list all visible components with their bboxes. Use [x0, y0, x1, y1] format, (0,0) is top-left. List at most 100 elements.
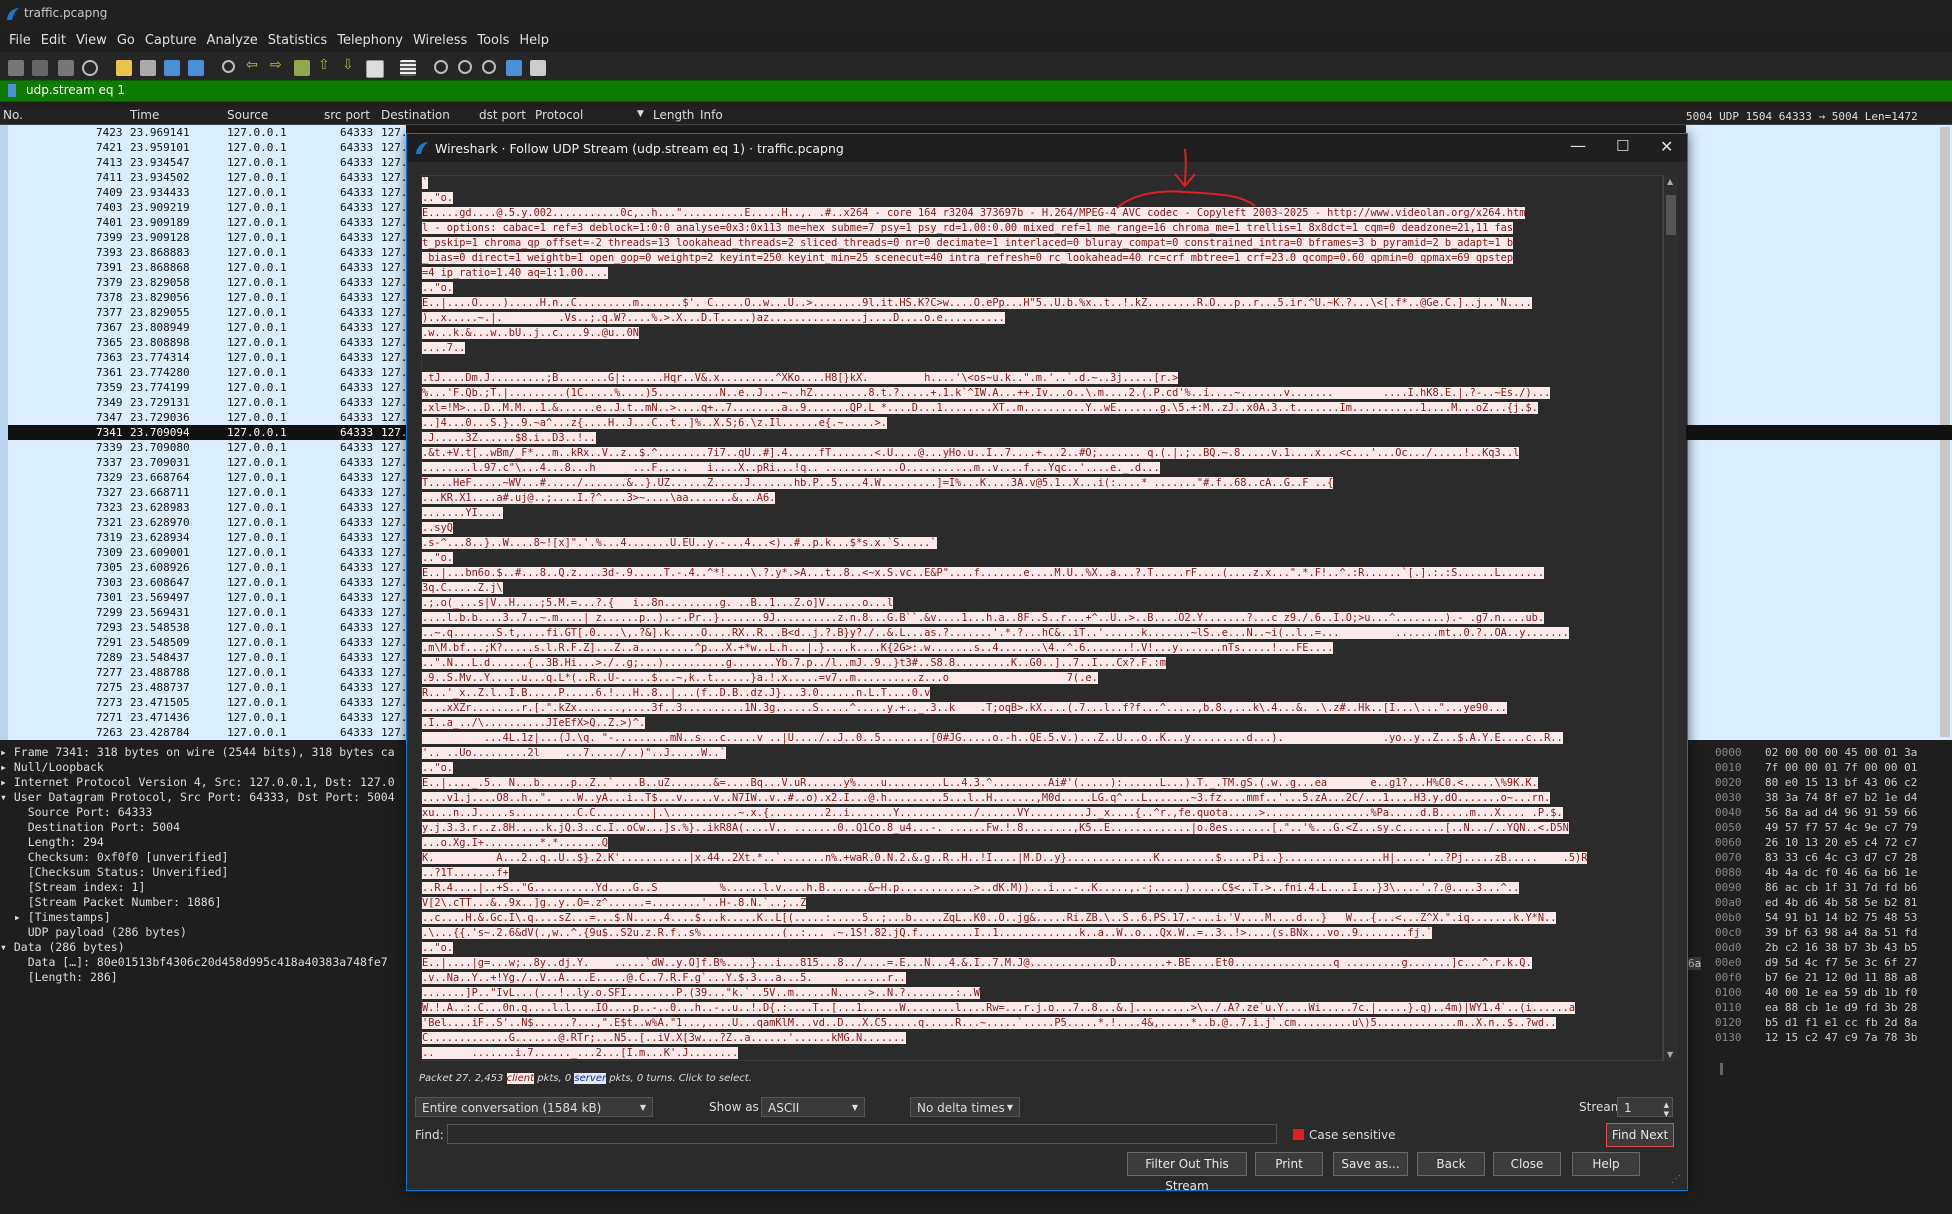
packet-row[interactable]: 7321 23.628970 127.0.0.1 64333 127.	[0, 515, 406, 530]
hex-row[interactable]: 0070 83 33 c6 4c c3 d7 c7 28	[1715, 850, 1952, 865]
menu-edit[interactable]: Edit	[36, 30, 71, 51]
conversation-select[interactable]: Entire conversation (1584 kB) ▼	[415, 1097, 653, 1117]
col-dst-port[interactable]: dst port	[479, 108, 526, 122]
go-first-icon[interactable]: ⇧	[318, 57, 334, 73]
menu-go[interactable]: Go	[112, 30, 140, 51]
hex-row[interactable]: 00f0 b7 6e 21 12 0d 11 88 a8	[1715, 970, 1952, 985]
go-to-packet-icon[interactable]	[294, 60, 310, 76]
packet-row[interactable]: 7361 23.774280 127.0.0.1 64333 127.	[0, 365, 406, 380]
colorize-icon[interactable]	[400, 60, 416, 76]
hex-row[interactable]: 0010 7f 00 00 01 7f 00 00 01	[1715, 760, 1952, 775]
reload-file-icon[interactable]	[188, 60, 204, 76]
bookmark-icon[interactable]	[8, 84, 16, 97]
packet-row[interactable]: 7349 23.729131 127.0.0.1 64333 127.	[0, 395, 406, 410]
col-src-port[interactable]: src port	[324, 108, 370, 122]
detail-line[interactable]: ▸ Internet Protocol Version 4, Src: 127.…	[0, 775, 406, 790]
packet-row[interactable]: 7309 23.609001 127.0.0.1 64333 127.	[0, 545, 406, 560]
packet-details-pane[interactable]: ▸ Frame 7341: 318 bytes on wire (2544 bi…	[0, 745, 406, 1214]
display-filter-bar[interactable]: udp.stream eq 1	[0, 80, 1952, 102]
packet-row[interactable]: 7367 23.808949 127.0.0.1 64333 127.	[0, 320, 406, 335]
detail-line[interactable]: ▾ User Datagram Protocol, Src Port: 6433…	[0, 790, 406, 805]
close-file-icon[interactable]	[164, 60, 180, 76]
hex-row[interactable]: 0060 26 10 13 20 e5 c4 72 c7	[1715, 835, 1952, 850]
hex-row[interactable]: 0040 56 8a ad d4 96 91 59 66	[1715, 805, 1952, 820]
col-no[interactable]: No.	[3, 108, 23, 122]
find-next-button[interactable]: Find Next	[1606, 1123, 1674, 1147]
menu-analyze[interactable]: Analyze	[202, 30, 263, 51]
packet-row[interactable]: 7401 23.909189 127.0.0.1 64333 127.	[0, 215, 406, 230]
stream-number-spinbox[interactable]: 1 ▲ ▼	[1617, 1097, 1673, 1118]
filter-out-stream-button[interactable]: Filter Out This Stream	[1127, 1152, 1247, 1193]
col-length[interactable]: Length	[653, 108, 694, 122]
packet-row[interactable]: 7319 23.628934 127.0.0.1 64333 127.	[0, 530, 406, 545]
col-destination[interactable]: Destination	[381, 108, 450, 122]
packet-row[interactable]: 7413 23.934547 127.0.0.1 64333 127.	[0, 155, 406, 170]
stop-capture-icon[interactable]	[32, 60, 48, 76]
packet-row[interactable]: 7329 23.668764 127.0.0.1 64333 127.	[0, 470, 406, 485]
packet-row[interactable]: 7289 23.548437 127.0.0.1 64333 127.	[0, 650, 406, 665]
zoom-normal-icon[interactable]	[482, 60, 496, 74]
detail-line[interactable]: Source Port: 64333	[0, 805, 406, 820]
display-filter-input[interactable]: udp.stream eq 1	[26, 83, 125, 97]
menu-statistics[interactable]: Statistics	[263, 30, 332, 51]
packet-row[interactable]: 7403 23.909219 127.0.0.1 64333 127.	[0, 200, 406, 215]
hex-row[interactable]: 0120 b5 d1 f1 e1 cc fb 2d 8a	[1715, 1015, 1952, 1030]
resize-columns-icon[interactable]	[506, 60, 522, 76]
packet-row[interactable]: 7273 23.471505 127.0.0.1 64333 127.	[0, 695, 406, 710]
hex-row[interactable]: 0000 02 00 00 00 45 00 01 3a	[1715, 745, 1952, 760]
detail-line[interactable]: Destination Port: 5004	[0, 820, 406, 835]
detail-line[interactable]: Data […]: 80e01513bf4306c20d458d995c418a…	[0, 955, 406, 970]
hex-row[interactable]: 0050 49 57 f7 57 4c 9e c7 79	[1715, 820, 1952, 835]
hex-row[interactable]: 0080 4b 4a dc f0 46 6a b6 1e	[1715, 865, 1952, 880]
save-as-button[interactable]: Save as...	[1333, 1152, 1408, 1176]
maximize-icon[interactable]: ☐	[1616, 137, 1629, 155]
packet-row[interactable]: 7339 23.709080 127.0.0.1 64333 127.	[0, 440, 406, 455]
hex-row[interactable]: 0090 86 ac cb 1f 31 7d fd b6	[1715, 880, 1952, 895]
stream-content[interactable]: ` .."o. E.....gd....@.5.y.002...........0c…	[421, 175, 1663, 1061]
pane-splitter[interactable]	[1720, 1063, 1723, 1075]
packet-row[interactable]: 7411 23.934502 127.0.0.1 64333 127.	[0, 170, 406, 185]
detail-line[interactable]: ▸ Null/Loopback	[0, 760, 406, 775]
packet-bytes-pane[interactable]: 0000 02 00 00 00 45 00 01 3a 0010 7f 00 00 …	[1715, 745, 1952, 1045]
packet-row[interactable]: 7341 23.709094 127.0.0.1 64333 127.	[0, 425, 406, 440]
packet-row[interactable]: 7409 23.934433 127.0.0.1 64333 127.	[0, 185, 406, 200]
find-packet-icon[interactable]	[222, 60, 235, 73]
case-sensitive-checkbox[interactable]	[1293, 1129, 1304, 1140]
menu-telephony[interactable]: Telephony	[332, 30, 408, 51]
scroll-thumb[interactable]	[1666, 195, 1676, 235]
go-last-icon[interactable]: ⇩	[342, 57, 358, 73]
zoom-in-icon[interactable]	[434, 60, 448, 74]
col-protocol[interactable]: Protocol	[535, 108, 583, 122]
packet-row[interactable]: 7363 23.774314 127.0.0.1 64333 127.	[0, 350, 406, 365]
col-source[interactable]: Source	[227, 108, 268, 122]
hex-row[interactable]: 0030 38 3a 74 8f e7 b2 1e d4	[1715, 790, 1952, 805]
close-button[interactable]: Close	[1493, 1152, 1561, 1176]
autoscroll-icon[interactable]	[366, 60, 384, 78]
detail-line[interactable]: ▾ Data (286 bytes)	[0, 940, 406, 955]
menu-capture[interactable]: Capture	[140, 30, 202, 51]
scroll-down-icon[interactable]: ▼	[1667, 1050, 1673, 1059]
menu-help[interactable]: Help	[514, 30, 554, 51]
show-as-select[interactable]: ASCII ▼	[761, 1097, 865, 1117]
hex-row[interactable]: 0130 12 15 c2 47 c9 7a 78 3b	[1715, 1030, 1952, 1045]
packet-row[interactable]: 7379 23.829058 127.0.0.1 64333 127.	[0, 275, 406, 290]
detail-line[interactable]: Length: 294	[0, 835, 406, 850]
packet-row[interactable]: 7377 23.829055 127.0.0.1 64333 127.	[0, 305, 406, 320]
detail-line[interactable]: ▸ Frame 7341: 318 bytes on wire (2544 bi…	[0, 745, 406, 760]
packet-row[interactable]: 7365 23.808898 127.0.0.1 64333 127.	[0, 335, 406, 350]
hex-row[interactable]: 0020 80 e0 15 13 bf 43 06 c2	[1715, 775, 1952, 790]
packet-row[interactable]: 7271 23.471436 127.0.0.1 64333 127.	[0, 710, 406, 725]
back-button[interactable]: Back	[1417, 1152, 1485, 1176]
packet-row[interactable]: 7301 23.569497 127.0.0.1 64333 127.	[0, 590, 406, 605]
packet-row[interactable]: 7327 23.668711 127.0.0.1 64333 127.	[0, 485, 406, 500]
detail-line[interactable]: UDP payload (286 bytes)	[0, 925, 406, 940]
packet-row[interactable]: 7291 23.548509 127.0.0.1 64333 127.	[0, 635, 406, 650]
packet-row[interactable]: 7277 23.488788 127.0.0.1 64333 127.	[0, 665, 406, 680]
packet-row[interactable]: 7421 23.959101 127.0.0.1 64333 127.	[0, 140, 406, 155]
zoom-out-icon[interactable]	[458, 60, 472, 74]
hex-row[interactable]: 00b0 54 91 b1 14 b2 75 48 53	[1715, 910, 1952, 925]
packet-row[interactable]: 7347 23.729036 127.0.0.1 64333 127.	[0, 410, 406, 425]
scroll-up-icon[interactable]: ▲	[1667, 177, 1673, 186]
packet-row[interactable]: 7305 23.608926 127.0.0.1 64333 127.	[0, 560, 406, 575]
packet-row[interactable]: 7337 23.709031 127.0.0.1 64333 127.	[0, 455, 406, 470]
